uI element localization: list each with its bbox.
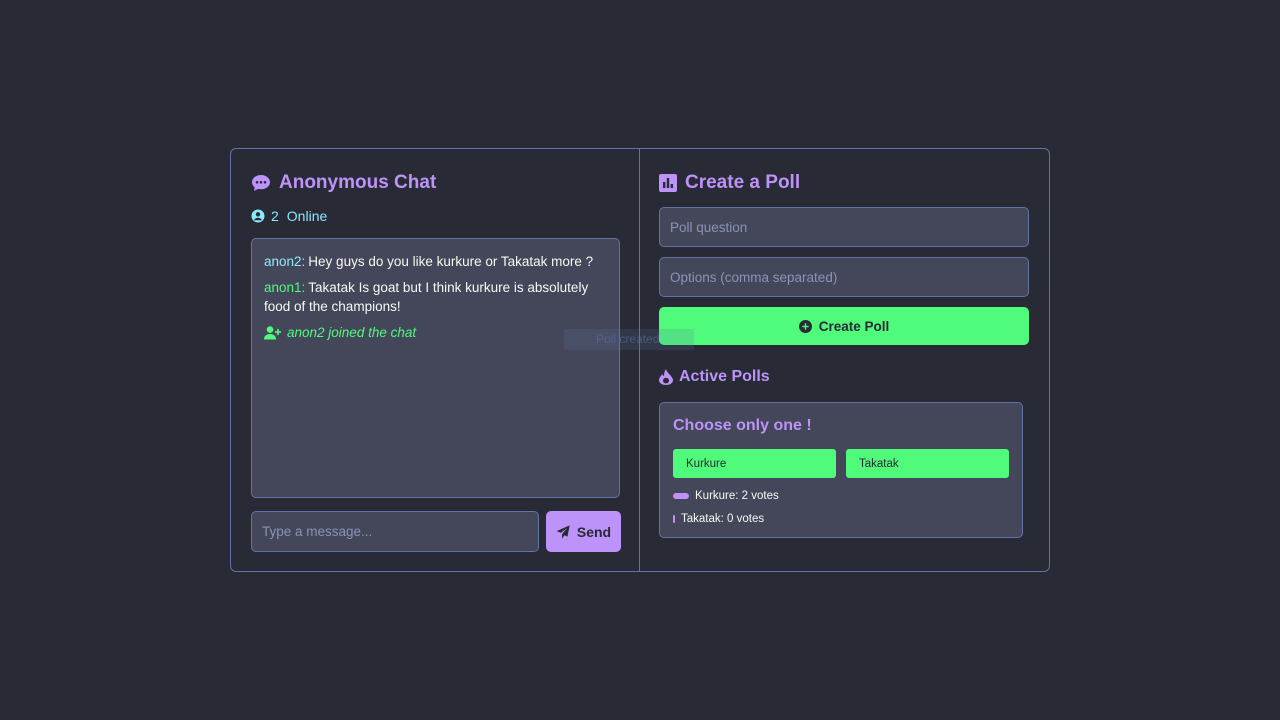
speech-bubble-icon — [252, 175, 270, 191]
system-message-text: anon2 joined the chat — [287, 325, 417, 340]
message-composer: Send — [251, 511, 621, 552]
chat-panel: Anonymous Chat 2 Online anon2: Hey guys d… — [231, 149, 640, 571]
poll-title: Create a Poll — [659, 169, 1029, 197]
plus-circle-icon — [798, 319, 812, 333]
poll-question: Choose only one ! — [673, 417, 812, 434]
create-poll-label: Create Poll — [818, 318, 890, 334]
result-label: Takatak: 0 votes — [681, 513, 765, 525]
chat-title-text: Anonymous Chat — [279, 172, 437, 193]
active-polls-title-text: Active Polls — [679, 368, 770, 385]
poll-options: Kurkure Takatak — [673, 449, 1009, 478]
vote-option-takatak[interactable]: Takatak — [846, 449, 1009, 478]
fire-icon — [659, 369, 673, 385]
poll-result: Takatak: 0 votes — [673, 511, 1009, 527]
message-username: anon1: — [264, 280, 306, 295]
result-label: Kurkure: 2 votes — [695, 490, 779, 502]
message-username: anon2: — [264, 254, 306, 269]
send-button[interactable]: Send — [546, 511, 621, 552]
system-message: anon2 joined the chat — [264, 323, 607, 342]
poll-card: Choose only one ! Kurkure Takatak Kurkur… — [659, 402, 1023, 538]
chat-title: Anonymous Chat — [251, 169, 619, 197]
result-bar — [673, 493, 689, 499]
poll-options-input[interactable] — [659, 257, 1029, 297]
online-indicator: 2 Online — [251, 208, 619, 224]
paper-plane-icon — [556, 524, 570, 539]
vote-option-kurkure[interactable]: Kurkure — [673, 449, 836, 478]
online-label: Online — [286, 208, 328, 224]
online-count: 2 — [271, 208, 279, 224]
toast-ghost: Poll created — [564, 329, 694, 350]
message-list[interactable]: anon2: Hey guys do you like kurkure or Ta… — [251, 238, 620, 498]
poll-question-input[interactable] — [659, 207, 1029, 247]
poll-result: Kurkure: 2 votes — [673, 488, 1009, 504]
message-input[interactable] — [251, 511, 539, 552]
create-poll-button[interactable]: Create Poll — [659, 307, 1029, 345]
chat-message: anon1: Takatak Is goat but I think kurkur… — [264, 278, 607, 316]
poll-panel: Create a Poll Create Poll Active Polls C… — [640, 149, 1049, 571]
active-polls-title: Active Polls — [659, 366, 1029, 388]
message-text: Takatak Is goat but I think kurkure is a… — [264, 280, 589, 314]
send-button-label: Send — [576, 523, 612, 540]
result-bar — [673, 515, 675, 523]
user-plus-icon — [264, 325, 281, 339]
bar-chart-icon — [659, 174, 677, 192]
poll-title-text: Create a Poll — [685, 172, 801, 193]
app-container: Anonymous Chat 2 Online anon2: Hey guys d… — [230, 148, 1050, 572]
message-text: Hey guys do you like kurkure or Takatak … — [308, 254, 594, 269]
user-circle-icon — [251, 209, 265, 223]
chat-message: anon2: Hey guys do you like kurkure or Ta… — [264, 252, 607, 271]
